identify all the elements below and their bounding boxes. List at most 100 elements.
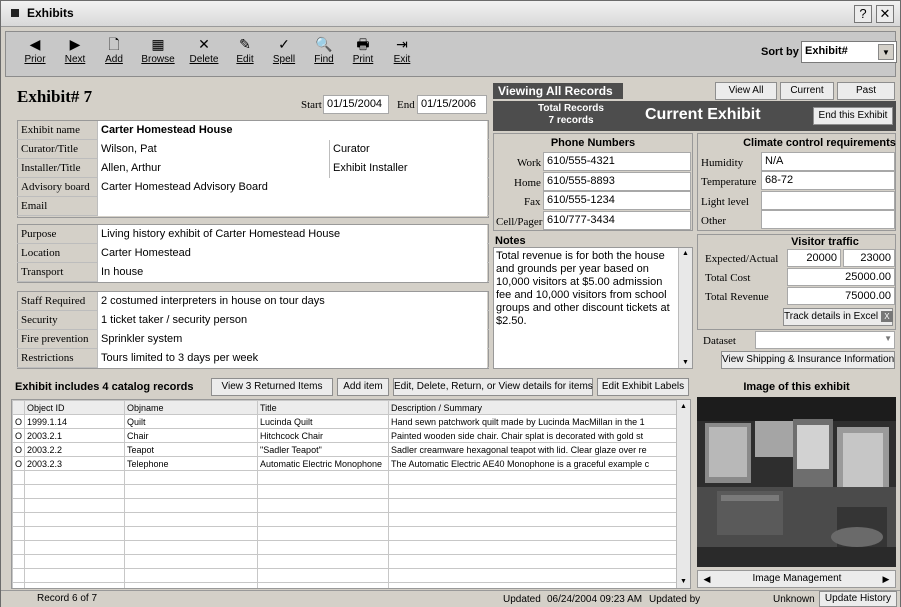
prior-button[interactable]: ◀ Prior: [22, 36, 48, 72]
title-cell[interactable]: "Sadler Teapot": [257, 442, 389, 457]
status-bar: Record 6 of 7 Updated 06/24/2004 09:23 A…: [1, 590, 900, 607]
installer-title-field[interactable]: Exhibit Installer: [329, 159, 487, 178]
fax-field[interactable]: 610/555-1234: [543, 191, 691, 210]
staff-field[interactable]: 2 costumed interpreters in house on tour…: [97, 292, 487, 311]
table-row[interactable]: O 2003.2.3 Telephone Automatic Electric Mon…: [12, 456, 679, 471]
spell-button[interactable]: ✓ Spell: [270, 36, 298, 72]
scroll-down-icon[interactable]: ▼: [682, 359, 689, 366]
view-all-button[interactable]: View All: [715, 82, 777, 100]
row-marker[interactable]: O: [12, 456, 25, 471]
installer-field[interactable]: Allen, Arthur: [97, 159, 329, 178]
exhibits-window: Exhibits ? ✕ ◀ Prior ▶ Next 🗋 Add ▦ Browse ✕…: [0, 0, 901, 607]
add-button[interactable]: 🗋 Add: [100, 36, 128, 72]
row-marker[interactable]: O: [12, 428, 25, 443]
curator-field[interactable]: Wilson, Pat: [97, 140, 329, 159]
objname-cell[interactable]: Chair: [124, 428, 258, 443]
total-records-value: 7 records: [548, 115, 594, 126]
objname-cell[interactable]: Quilt: [124, 414, 258, 429]
objname-cell[interactable]: Telephone: [124, 456, 258, 471]
grid-scrollbar[interactable]: ▲ ▼: [676, 400, 690, 588]
transport-field[interactable]: In house: [97, 263, 487, 282]
exhibit-name-field[interactable]: Carter Homestead House: [97, 121, 487, 140]
view-returned-button[interactable]: View 3 Returned Items: [211, 378, 333, 396]
find-button[interactable]: 🔍 Find: [310, 36, 338, 72]
light-level-field[interactable]: [761, 191, 895, 210]
help-button[interactable]: ?: [854, 5, 872, 23]
updated-by-value: Unknown: [773, 594, 815, 605]
title-cell[interactable]: Lucinda Quilt: [257, 414, 389, 429]
restrictions-field[interactable]: Tours limited to 3 days per week: [97, 349, 487, 368]
window-title: Exhibits: [27, 6, 74, 20]
scroll-up-icon[interactable]: ▲: [682, 250, 689, 257]
total-cost-field[interactable]: 25000.00: [787, 268, 895, 286]
table-row[interactable]: O 1999.1.14 Quilt Lucinda Quilt Hand sewn pa…: [12, 414, 679, 429]
track-excel-button[interactable]: Track details in Excel X: [783, 308, 893, 326]
delete-icon: ✕: [198, 36, 210, 52]
description-cell[interactable]: Sadler creamware hexagonal teapot with l…: [388, 442, 679, 457]
exhibit-photo[interactable]: [697, 397, 896, 567]
scroll-down-icon[interactable]: ▼: [680, 578, 687, 585]
end-date-field[interactable]: 01/15/2006: [417, 95, 487, 114]
shipping-insurance-button[interactable]: View Shipping & Insurance Information: [721, 351, 895, 369]
email-field[interactable]: [97, 197, 487, 216]
home-phone-field[interactable]: 610/555-8893: [543, 172, 691, 191]
column-objname[interactable]: Objname: [124, 400, 258, 415]
object-id-cell[interactable]: 2003.2.3: [24, 456, 125, 471]
column-description[interactable]: Description / Summary: [388, 400, 679, 415]
image-management-button[interactable]: Image Management: [718, 573, 876, 584]
column-title[interactable]: Title: [257, 400, 389, 415]
total-cost-label: Total Cost: [705, 272, 751, 284]
next-button[interactable]: ▶ Next: [62, 36, 88, 72]
object-id-cell[interactable]: 2003.2.2: [24, 442, 125, 457]
past-button[interactable]: Past: [837, 82, 895, 100]
next-image-icon[interactable]: ▶: [879, 572, 893, 586]
scroll-up-icon[interactable]: ▲: [680, 403, 687, 410]
dataset-select[interactable]: ▼: [755, 331, 895, 349]
fire-field[interactable]: Sprinkler system: [97, 330, 487, 349]
curator-title-field[interactable]: Curator: [329, 140, 487, 159]
add-item-button[interactable]: Add item: [337, 378, 389, 396]
exit-button[interactable]: ⇥ Exit: [388, 36, 416, 72]
objname-cell[interactable]: Teapot: [124, 442, 258, 457]
edit-items-button[interactable]: Edit, Delete, Return, or View details fo…: [393, 378, 593, 396]
title-cell[interactable]: Hitchcock Chair: [257, 428, 389, 443]
security-field[interactable]: 1 ticket taker / security person: [97, 311, 487, 330]
previous-image-icon[interactable]: ◀: [700, 572, 714, 586]
location-field[interactable]: Carter Homestead: [97, 244, 487, 263]
description-cell[interactable]: The Automatic Electric AE40 Monophone is…: [388, 456, 679, 471]
actual-visitors-field[interactable]: 23000: [843, 249, 895, 267]
delete-button[interactable]: ✕ Delete: [184, 36, 224, 72]
cell-phone-field[interactable]: 610/777-3434: [543, 211, 691, 230]
description-cell[interactable]: Painted wooden side chair. Chair splat i…: [388, 428, 679, 443]
temperature-field[interactable]: 68-72: [761, 171, 895, 190]
humidity-field[interactable]: N/A: [761, 152, 895, 171]
browse-button[interactable]: ▦ Browse: [136, 36, 180, 72]
update-history-button[interactable]: Update History: [819, 591, 897, 607]
edit-labels-button[interactable]: Edit Exhibit Labels: [597, 378, 689, 396]
column-object-id[interactable]: Object ID: [24, 400, 125, 415]
print-button[interactable]: 🖶 Print: [348, 36, 378, 72]
description-cell[interactable]: Hand sewn patchwork quilt made by Lucind…: [388, 414, 679, 429]
object-id-cell[interactable]: 1999.1.14: [24, 414, 125, 429]
end-exhibit-button[interactable]: End this Exhibit: [813, 107, 893, 125]
total-revenue-field[interactable]: 75000.00: [787, 287, 895, 305]
purpose-field[interactable]: Living history exhibit of Carter Homeste…: [97, 225, 487, 244]
table-row[interactable]: O 2003.2.1 Chair Hitchcock Chair Painted woo…: [12, 428, 679, 443]
current-button[interactable]: Current: [780, 82, 834, 100]
sort-by-select[interactable]: Exhibit# ▼: [801, 41, 897, 63]
start-date-field[interactable]: 01/15/2004: [323, 95, 389, 114]
other-field[interactable]: [761, 210, 895, 229]
close-button[interactable]: ✕: [876, 5, 894, 23]
edit-button[interactable]: ✎ Edit: [232, 36, 258, 72]
notes-textarea[interactable]: Total revenue is for both the house and …: [493, 247, 693, 369]
object-id-cell[interactable]: 2003.2.1: [24, 428, 125, 443]
row-marker[interactable]: O: [12, 442, 25, 457]
expected-visitors-field[interactable]: 20000: [787, 249, 841, 267]
table-row[interactable]: O 2003.2.2 Teapot "Sadler Teapot" Sadler cre…: [12, 442, 679, 457]
work-phone-field[interactable]: 610/555-4321: [543, 152, 691, 171]
title-cell[interactable]: Automatic Electric Monophone: [257, 456, 389, 471]
notes-scrollbar[interactable]: ▲ ▼: [678, 248, 692, 368]
catalog-table: Object ID Objname Title Description / Su…: [12, 400, 679, 588]
row-marker[interactable]: O: [12, 414, 25, 429]
advisory-field[interactable]: Carter Homestead Advisory Board: [97, 178, 487, 197]
